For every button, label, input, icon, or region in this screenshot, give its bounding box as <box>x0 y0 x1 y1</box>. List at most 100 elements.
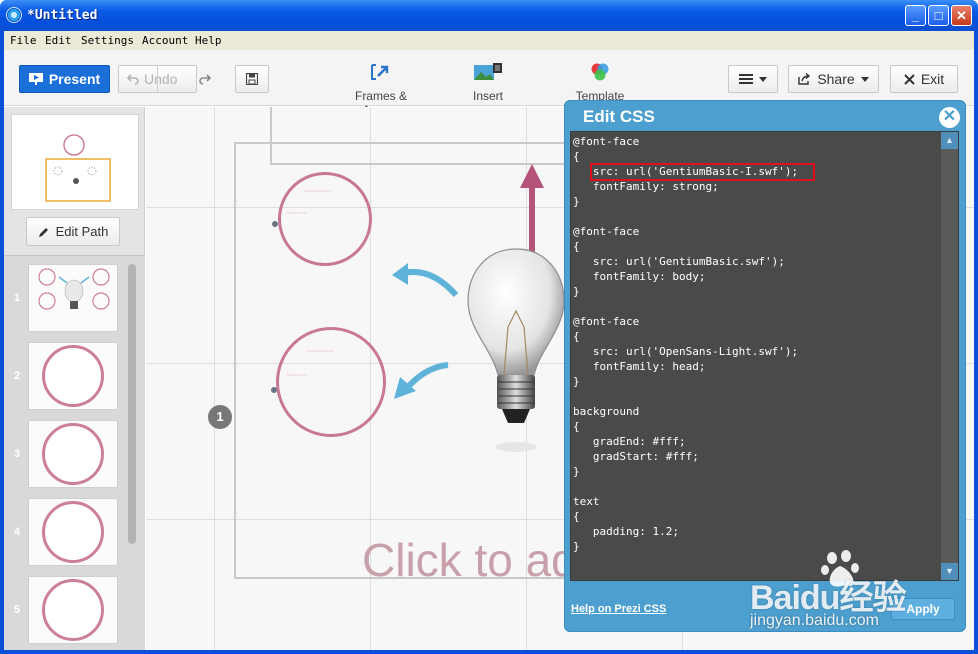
maximize-button[interactable]: □ <box>928 5 949 26</box>
css-panel-title: Edit CSS <box>583 107 655 126</box>
share-button[interactable]: Share <box>788 65 879 93</box>
css-code-line[interactable]: gradEnd: #fff; <box>573 434 798 449</box>
insert-tool[interactable]: Insert <box>470 62 506 103</box>
undo-button[interactable]: Undo <box>127 71 177 87</box>
css-code-line[interactable]: @font-face <box>573 224 798 239</box>
css-code-line[interactable] <box>573 479 798 494</box>
template-icon <box>591 63 609 81</box>
curved-arrow-blue[interactable] <box>386 357 456 407</box>
css-code-line[interactable] <box>573 389 798 404</box>
menu-help[interactable]: Help <box>195 34 222 47</box>
slide-thumbnail <box>28 342 118 410</box>
css-code-editor[interactable]: @font-face{ src: url('GentiumBasic-I.swf… <box>570 131 959 581</box>
menu-file[interactable]: File <box>10 34 37 47</box>
slide-thumbnail <box>28 420 118 488</box>
share-icon <box>798 73 811 85</box>
slide-number: 2 <box>14 370 21 382</box>
circle-body-text: ~~~~~~ <box>286 373 308 379</box>
present-button[interactable]: Present <box>19 65 110 93</box>
overview-thumbnail[interactable] <box>11 114 139 210</box>
css-code-line[interactable]: { <box>573 419 798 434</box>
slide-list[interactable]: 1 2 3 4 5 <box>4 255 145 650</box>
curved-arrow-blue[interactable] <box>386 257 466 307</box>
redo-button[interactable] <box>199 72 212 88</box>
slide-item[interactable]: 3 <box>4 420 132 488</box>
css-code-line[interactable]: gradStart: #fff; <box>573 449 798 464</box>
lightbulb-image[interactable] <box>464 247 568 457</box>
save-icon <box>246 73 258 85</box>
circle-handle[interactable] <box>272 221 278 227</box>
slide-number: 1 <box>14 292 21 304</box>
menu-account[interactable]: Account <box>142 34 188 47</box>
menu-bar: File Edit Settings Account Help <box>4 31 974 50</box>
slide-item[interactable]: 2 <box>4 342 132 410</box>
slide-item[interactable]: 4 <box>4 498 132 566</box>
chevron-down-icon <box>860 76 869 82</box>
scroll-up-arrow[interactable]: ▲ <box>941 132 958 149</box>
pencil-icon <box>38 227 48 237</box>
straight-arrow-pink[interactable] <box>518 162 546 254</box>
menu-settings[interactable]: Settings <box>81 34 134 47</box>
content-circle[interactable] <box>276 327 386 437</box>
css-editor-scrollbar[interactable]: ▲ ▼ <box>941 132 958 580</box>
css-code-text[interactable]: @font-face{ src: url('GentiumBasic-I.swf… <box>573 134 798 554</box>
path-step-badge[interactable]: 1 <box>208 405 232 429</box>
css-code-line[interactable]: background <box>573 404 798 419</box>
css-code-line[interactable]: @font-face <box>573 134 798 149</box>
close-window-button[interactable]: ✕ <box>951 5 972 26</box>
undo-redo-group: Undo <box>118 65 212 93</box>
redo-icon <box>199 74 212 85</box>
menu-edit[interactable]: Edit <box>45 34 72 47</box>
slide-sidebar: Edit Path 1 2 3 4 5 <box>4 107 145 650</box>
template-tool[interactable]: Template <box>572 62 628 103</box>
css-code-line[interactable] <box>573 299 798 314</box>
slide-item[interactable]: 5 <box>4 576 132 644</box>
css-code-line[interactable]: fontFamily: strong; <box>573 179 798 194</box>
title-bar[interactable]: *Untitled _ □ ✕ <box>0 0 978 31</box>
css-code-line[interactable]: @font-face <box>573 314 798 329</box>
insert-label: Insert <box>472 89 503 103</box>
css-code-line[interactable]: src: url('OpenSans-Light.swf'); <box>573 344 798 359</box>
css-code-line[interactable]: padding: 1.2; <box>573 524 798 539</box>
insert-icon <box>474 63 502 80</box>
save-button[interactable] <box>235 65 269 93</box>
circle-title-text: ~~~~~~~~ <box>304 189 333 195</box>
css-code-line[interactable]: text <box>573 494 798 509</box>
close-x-icon <box>904 73 915 85</box>
undo-icon <box>127 74 139 85</box>
slide-thumbnail <box>28 498 118 566</box>
css-code-line[interactable]: { <box>573 239 798 254</box>
exit-button[interactable]: Exit <box>890 65 958 93</box>
slide-number: 5 <box>14 604 21 616</box>
frames-arrows-icon <box>371 64 389 80</box>
circle-body-text: ~~~~~~ <box>286 211 308 217</box>
css-code-line[interactable]: { <box>573 149 798 164</box>
css-code-line[interactable]: { <box>573 509 798 524</box>
help-css-link[interactable]: Help on Prezi CSS <box>571 603 666 615</box>
slide-number: 3 <box>14 448 21 460</box>
circle-handle[interactable] <box>271 387 277 393</box>
baidu-watermark: Baidu经验 jingyan.baidu.com <box>750 548 970 648</box>
css-code-line[interactable]: } <box>573 284 798 299</box>
undo-separator <box>157 66 158 92</box>
edit-path-button[interactable]: Edit Path <box>26 217 120 246</box>
css-code-line[interactable]: } <box>573 374 798 389</box>
css-code-line[interactable] <box>573 209 798 224</box>
chevron-down-icon <box>759 76 767 82</box>
slide-list-scrollbar[interactable] <box>128 264 136 544</box>
css-code-line[interactable]: src: url('GentiumBasic.swf'); <box>573 254 798 269</box>
grid-line <box>214 107 215 650</box>
title-placeholder-text[interactable]: Click to ad <box>362 533 577 587</box>
edit-path-label: Edit Path <box>55 224 109 239</box>
close-panel-button[interactable]: ✕ <box>939 107 960 128</box>
close-icon: ✕ <box>942 108 957 125</box>
content-circle[interactable] <box>278 172 372 266</box>
hamburger-menu-button[interactable] <box>728 65 778 93</box>
css-code-line[interactable]: } <box>573 194 798 209</box>
slide-item[interactable]: 1 <box>4 264 132 332</box>
css-code-line[interactable]: } <box>573 464 798 479</box>
css-code-line[interactable]: fontFamily: head; <box>573 359 798 374</box>
minimize-button[interactable]: _ <box>905 5 926 26</box>
css-code-line[interactable]: { <box>573 329 798 344</box>
css-code-line[interactable]: fontFamily: body; <box>573 269 798 284</box>
